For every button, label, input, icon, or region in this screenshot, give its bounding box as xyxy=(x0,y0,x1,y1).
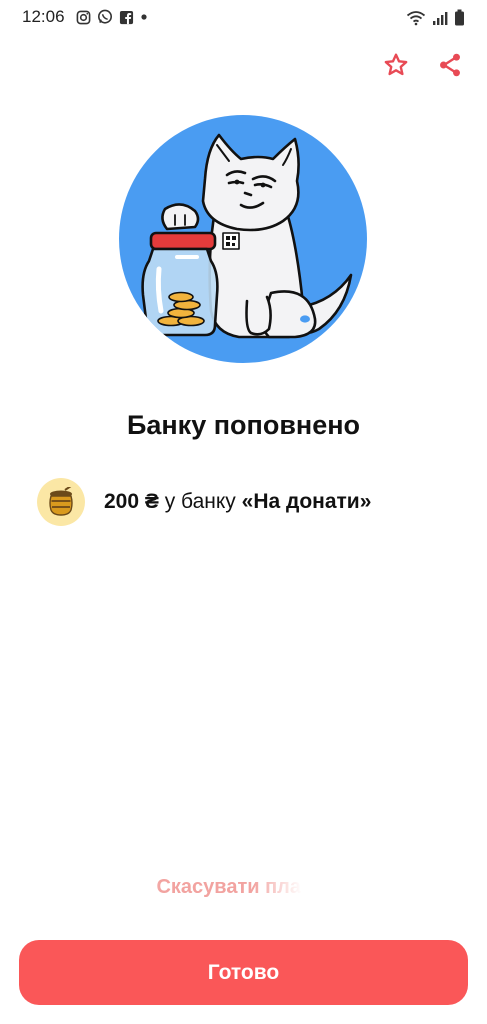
wifi-icon xyxy=(406,10,426,25)
star-icon xyxy=(384,53,408,76)
share-button[interactable] xyxy=(435,50,465,80)
share-icon xyxy=(440,53,460,77)
honey-jar-icon xyxy=(49,487,73,516)
notification-icons xyxy=(76,9,148,25)
bank-name: «На донати» xyxy=(241,490,372,513)
facebook-icon xyxy=(119,10,134,24)
instagram-icon xyxy=(76,10,91,24)
status-time: 12:06 xyxy=(22,7,65,26)
bank-summary-text: 200 ₴ у банку «На донати» xyxy=(104,490,371,514)
bank-avatar xyxy=(37,478,85,526)
favorite-button[interactable] xyxy=(381,50,411,80)
done-button[interactable]: Готово xyxy=(19,940,468,1005)
cancel-payment-link[interactable]: Скасувати платіж xyxy=(0,876,487,899)
bank-preposition: у банку xyxy=(158,490,242,513)
system-icons xyxy=(406,9,465,26)
status-bar: 12:06 xyxy=(0,0,487,34)
whatsapp-icon xyxy=(98,9,112,24)
signal-icon xyxy=(433,11,448,25)
dot-icon xyxy=(141,14,147,20)
donation-amount: 200 ₴ xyxy=(104,490,159,513)
cat-with-jar-illustration xyxy=(119,115,367,363)
bank-summary: 200 ₴ у банку «На донати» xyxy=(37,478,371,526)
battery-icon xyxy=(455,9,464,26)
header-actions xyxy=(381,50,465,80)
page-title: Банку поповнено xyxy=(126,410,361,440)
